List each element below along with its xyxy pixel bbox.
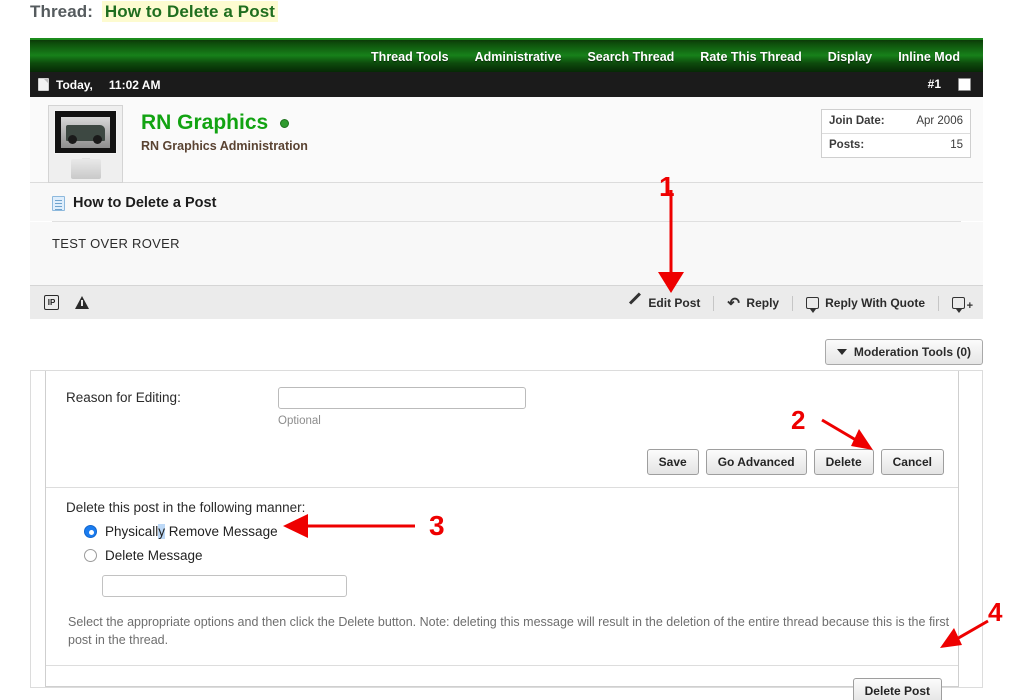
- radio-physically-remove[interactable]: [84, 525, 97, 538]
- ip-icon[interactable]: IP: [44, 295, 59, 310]
- thread-navbar: Thread Tools Administrative Search Threa…: [30, 38, 983, 72]
- quote-plus-icon: [952, 297, 965, 309]
- annotation-number-4: 4: [988, 597, 1002, 628]
- delete-options-heading: Delete this post in the following manner…: [66, 500, 958, 515]
- cancel-button[interactable]: Cancel: [881, 449, 944, 475]
- post-date-bar: Today, 11:02 AM #1: [30, 72, 983, 97]
- username[interactable]: RN Graphics: [141, 111, 268, 135]
- nav-item-rate-this-thread[interactable]: Rate This Thread: [687, 50, 814, 64]
- stat-row-posts: Posts: 15: [822, 133, 970, 157]
- nav-item-inline-mod[interactable]: Inline Mod: [885, 50, 973, 64]
- reason-for-editing-section: Reason for Editing: Optional: [46, 371, 958, 449]
- delete-post-button-row: Delete Post: [46, 666, 958, 700]
- chevron-down-icon: [837, 349, 847, 355]
- avatar-photo: [61, 117, 110, 148]
- reason-input-wrap: Optional: [278, 387, 526, 427]
- nav-item-thread-tools[interactable]: Thread Tools: [358, 50, 462, 64]
- screenshot-root: Thread: How to Delete a Post Thread Tool…: [0, 0, 1013, 700]
- post-select-checkbox[interactable]: [958, 78, 971, 91]
- radio-physically-remove-label: Physically Remove Message: [105, 524, 278, 539]
- reply-button[interactable]: ↶ Reply: [714, 296, 792, 310]
- pencil-icon: [629, 297, 642, 310]
- radio-option-delete-message[interactable]: Delete Message: [84, 548, 958, 563]
- edit-form-buttons: Save Go Advanced Delete Cancel: [46, 449, 958, 487]
- moderation-tools-label: Moderation Tools (0): [854, 345, 971, 359]
- reply-arrow-icon: ↶: [727, 297, 740, 310]
- post-footer-toolbar: IP Edit Post ↶ Reply Reply With Quote: [30, 285, 983, 319]
- user-title: RN Graphics Administration: [141, 139, 308, 153]
- thread-title: How to Delete a Post: [102, 1, 278, 22]
- radio-delete-message[interactable]: [84, 549, 97, 562]
- radio-delete-message-label: Delete Message: [105, 548, 203, 563]
- thread-navbar-items: Thread Tools Administrative Search Threa…: [358, 40, 973, 74]
- post-title-icon: [52, 196, 65, 211]
- post-title: How to Delete a Post: [73, 195, 216, 211]
- delete-note-text: Select the appropriate options and then …: [66, 613, 950, 649]
- nav-item-display[interactable]: Display: [815, 50, 885, 64]
- avatar-monitor-stand: [71, 159, 101, 179]
- post-container: Thread Tools Administrative Search Threa…: [30, 38, 983, 319]
- stat-label-posts: Posts:: [829, 138, 864, 153]
- radio-option-physically-remove[interactable]: Physically Remove Message: [84, 524, 958, 539]
- page-title: Thread: How to Delete a Post: [30, 2, 278, 22]
- edit-panel-outer: Reason for Editing: Optional Save Go Adv…: [30, 370, 983, 688]
- nav-item-administrative[interactable]: Administrative: [462, 50, 575, 64]
- avatar-vehicle: [66, 125, 105, 141]
- edit-panel: Reason for Editing: Optional Save Go Adv…: [45, 371, 959, 687]
- post-body: TEST OVER ROVER: [30, 222, 983, 285]
- post-user-row: RN Graphics RN Graphics Administration J…: [30, 97, 983, 183]
- reply-label: Reply: [746, 296, 779, 310]
- reason-for-editing-label: Reason for Editing:: [66, 387, 278, 405]
- avatar[interactable]: [48, 105, 123, 183]
- stat-label-join-date: Join Date:: [829, 114, 885, 129]
- user-stats-box: Join Date: Apr 2006 Posts: 15: [821, 109, 971, 158]
- post-number[interactable]: #1: [928, 72, 941, 97]
- plus-icon: +: [967, 300, 973, 312]
- warning-icon[interactable]: [75, 296, 89, 309]
- post-footer-actions: Edit Post ↶ Reply Reply With Quote +: [616, 286, 971, 320]
- user-meta: RN Graphics RN Graphics Administration: [141, 105, 308, 182]
- nav-item-search-thread[interactable]: Search Thread: [574, 50, 687, 64]
- multi-quote-button[interactable]: +: [939, 297, 971, 309]
- document-icon: [38, 78, 49, 91]
- quote-bubble-icon: [806, 297, 819, 309]
- save-button[interactable]: Save: [647, 449, 699, 475]
- post-time: 11:02 AM: [109, 78, 161, 92]
- reason-for-editing-input[interactable]: [278, 387, 526, 409]
- reply-with-quote-label: Reply With Quote: [825, 296, 925, 310]
- delete-reason-input[interactable]: [102, 575, 347, 597]
- post-title-row: How to Delete a Post: [30, 183, 983, 221]
- moderation-tools-button[interactable]: Moderation Tools (0): [825, 339, 983, 365]
- go-advanced-button[interactable]: Go Advanced: [706, 449, 807, 475]
- avatar-screen: [54, 110, 117, 154]
- post-date: Today,: [56, 78, 93, 92]
- stat-value-posts: 15: [950, 138, 963, 153]
- delete-options-section: Delete this post in the following manner…: [46, 488, 958, 649]
- stat-value-join-date: Apr 2006: [916, 114, 963, 129]
- thread-label: Thread:: [30, 2, 93, 21]
- reply-with-quote-button[interactable]: Reply With Quote: [793, 296, 938, 310]
- edit-post-label: Edit Post: [648, 296, 700, 310]
- delete-button[interactable]: Delete: [814, 449, 874, 475]
- optional-hint: Optional: [278, 415, 526, 427]
- stat-row-join-date: Join Date: Apr 2006: [822, 110, 970, 133]
- online-status-icon: [280, 119, 289, 128]
- delete-post-button[interactable]: Delete Post: [853, 678, 942, 700]
- moderation-tools-row: Moderation Tools (0): [30, 339, 983, 365]
- edit-post-button[interactable]: Edit Post: [616, 296, 713, 310]
